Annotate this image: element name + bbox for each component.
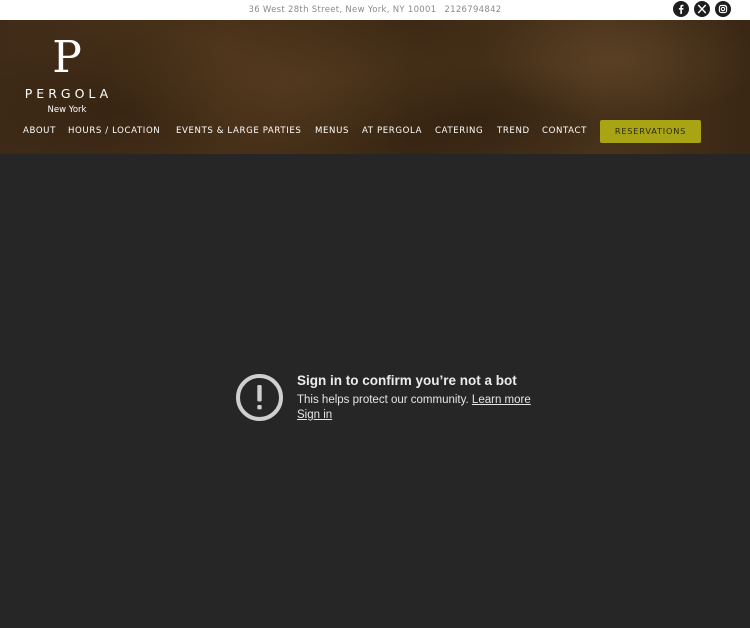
alert-circle-icon xyxy=(235,373,284,422)
logo-mark: P xyxy=(52,32,82,83)
description-text: This helps protect our community. xyxy=(297,394,469,406)
pergola-logo[interactable]: P PERGOLA New York xyxy=(17,32,117,117)
nav-about[interactable]: ABOUT xyxy=(23,125,56,137)
x-twitter-icon[interactable] xyxy=(694,1,710,17)
contact-info: 36 West 28th Street, New York, NY 10001 2… xyxy=(0,0,750,20)
nav-hours-location[interactable]: HOURS / LOCATION xyxy=(68,125,160,137)
learn-more-link[interactable]: Learn more xyxy=(472,394,531,406)
reservations-button[interactable]: RESERVATIONS xyxy=(600,120,701,143)
site-header: P PERGOLA New York ABOUT HOURS / LOCATIO… xyxy=(0,20,750,154)
instagram-icon[interactable] xyxy=(715,1,731,17)
nav-contact[interactable]: CONTACT xyxy=(542,125,587,137)
bot-check-description: This helps protect our community. Learn … xyxy=(297,394,531,406)
nav-catering[interactable]: CATERING xyxy=(435,125,483,137)
phone-link[interactable]: 2126794842 xyxy=(444,0,501,21)
bot-check-message: Sign in to confirm you’re not a bot This… xyxy=(235,373,535,433)
nav-events[interactable]: EVENTS & LARGE PARTIES xyxy=(176,125,301,137)
bot-check-title: Sign in to confirm you’re not a bot xyxy=(297,373,517,388)
facebook-icon[interactable] xyxy=(673,1,689,17)
address-text[interactable]: 36 West 28th Street, New York, NY 10001 xyxy=(249,0,437,21)
logo-subtitle: New York xyxy=(47,105,87,115)
logo-name: PERGOLA xyxy=(24,86,113,101)
nav-menus[interactable]: MENUS xyxy=(315,125,349,137)
top-contact-bar: 36 West 28th Street, New York, NY 10001 2… xyxy=(0,0,750,20)
nav-trend[interactable]: TREND xyxy=(497,125,530,137)
nav-at-pergola[interactable]: AT PERGOLA xyxy=(362,125,422,137)
sign-in-link[interactable]: Sign in xyxy=(297,409,332,421)
